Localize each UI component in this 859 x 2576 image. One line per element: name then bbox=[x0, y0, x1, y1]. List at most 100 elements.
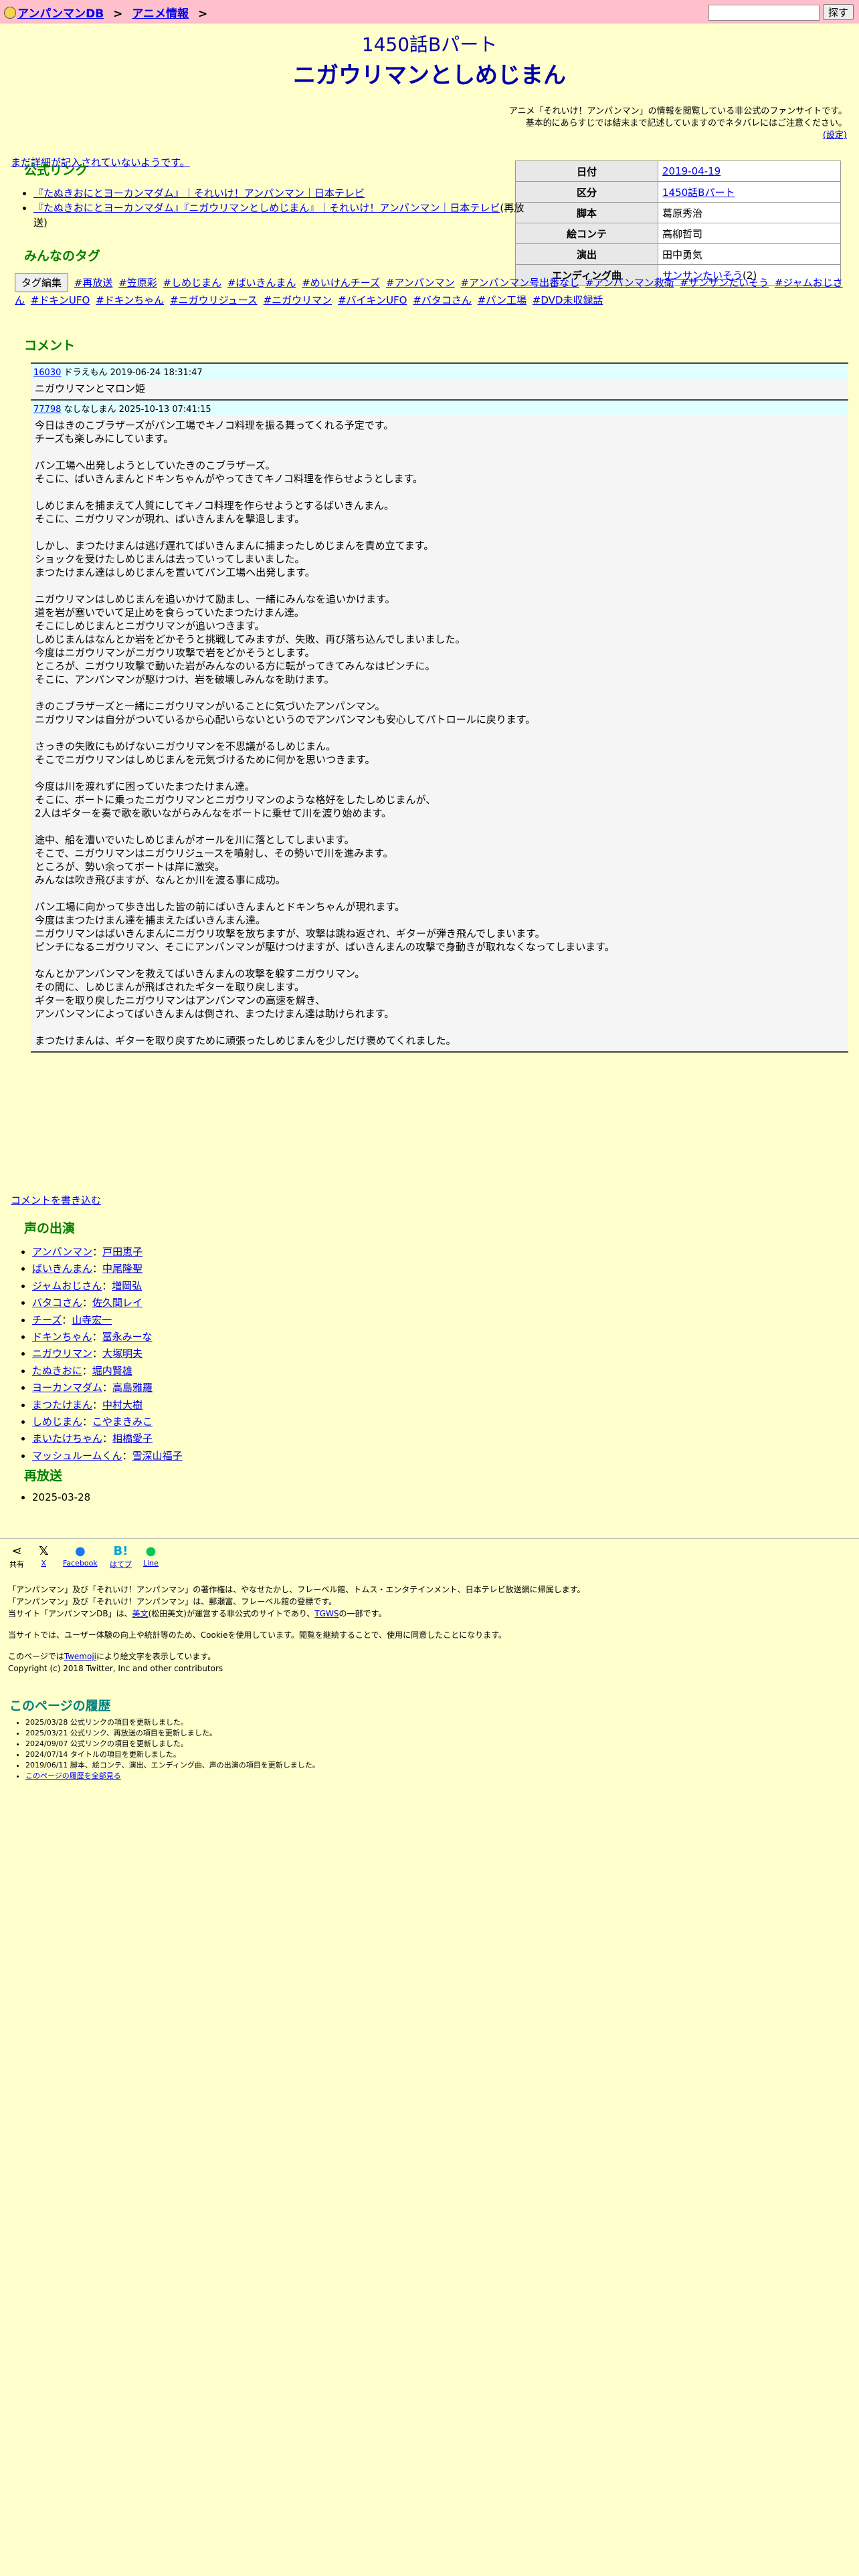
tag-link[interactable]: #ニガウリジュース bbox=[170, 294, 258, 306]
tag-link[interactable]: #アンパンマン bbox=[386, 277, 455, 289]
share-x-label[interactable]: X bbox=[41, 1559, 46, 1568]
comment-meta: 77798 なしなしまん 2025-10-13 07:41:15 bbox=[31, 399, 848, 416]
actor-link[interactable]: 堀内賢雄 bbox=[92, 1365, 132, 1377]
twemoji-copyright: Copyright (c) 2018 Twitter, Inc and othe… bbox=[8, 1664, 223, 1673]
info-value-link[interactable]: 1450話Bパート bbox=[662, 187, 735, 199]
character-link[interactable]: しめじまん bbox=[32, 1416, 82, 1428]
search-input[interactable] bbox=[708, 5, 820, 21]
character-link[interactable]: チーズ bbox=[32, 1314, 62, 1326]
actor-link[interactable]: 佐久間レイ bbox=[92, 1297, 142, 1309]
breadcrumb-anime-info-link[interactable]: アニメ情報 bbox=[132, 7, 189, 21]
tag-link[interactable]: #ばいきんまん bbox=[227, 277, 296, 289]
share-line-button[interactable]: ● Line bbox=[143, 1544, 159, 1568]
copyright-notice: 「アンパンマン」及び「それいけ！アンパンマン」の著作権は、やなせたかし、フレーベ… bbox=[8, 1585, 585, 1594]
tag-link[interactable]: #笠原彩 bbox=[118, 277, 157, 289]
history-item: 2019/06/11 脚本、絵コンテ、演出、エンディング曲、声の出演の項目を更新… bbox=[25, 1760, 320, 1771]
actor-link[interactable]: 相橋愛子 bbox=[112, 1432, 153, 1444]
owner-link[interactable]: 美文 bbox=[132, 1609, 149, 1618]
comment-id-link[interactable]: 77798 bbox=[33, 405, 61, 415]
character-link[interactable]: ニガウリマン bbox=[32, 1348, 92, 1360]
character-link[interactable]: たぬきおに bbox=[32, 1365, 82, 1377]
share-facebook-button[interactable]: ● Facebook bbox=[63, 1544, 98, 1568]
actor-link[interactable]: 雪深山福子 bbox=[132, 1450, 183, 1462]
list-item: たぬきおに：堀内賢雄 bbox=[32, 1363, 183, 1380]
tag-link[interactable]: #ドキンUFO bbox=[31, 294, 90, 306]
comment-author-date: なしなしまん 2025-10-13 07:41:15 bbox=[64, 405, 211, 415]
list-item: まいたけちゃん：相橋愛子 bbox=[32, 1430, 183, 1447]
actor-link[interactable]: 高島雅羅 bbox=[112, 1382, 153, 1394]
list-item: バタコさん：佐久間レイ bbox=[32, 1295, 183, 1311]
page-title-block: 1450話Bパート ニガウリマンとしめじまん bbox=[0, 30, 859, 90]
actor-link[interactable]: こやまきみこ bbox=[92, 1416, 153, 1428]
character-link[interactable]: まつたけまん bbox=[32, 1399, 92, 1411]
character-link[interactable]: ジャムおじさん bbox=[32, 1280, 102, 1292]
comments-list: 16030 ドラえもん 2019-06-24 18:31:47 ニガウリマンとマ… bbox=[31, 362, 848, 1053]
tgws-link[interactable]: TGWS bbox=[314, 1609, 339, 1618]
comment-id-link[interactable]: 16030 bbox=[33, 368, 61, 378]
tag-link[interactable]: #サンサンたいそう bbox=[680, 277, 769, 289]
actor-link[interactable]: 増岡弘 bbox=[112, 1280, 142, 1292]
voice-cast-heading: 声の出演 bbox=[24, 1221, 76, 1236]
actor-link[interactable]: 戸田恵子 bbox=[102, 1246, 142, 1258]
comments-heading: コメント bbox=[24, 338, 76, 353]
history-item: 2025/03/28 公式リンクの項目を更新しました。 bbox=[25, 1717, 320, 1728]
info-label: 脚本 bbox=[515, 202, 658, 223]
tag-link[interactable]: #パン工場 bbox=[478, 294, 527, 306]
share-hatena-button[interactable]: B! はてブ bbox=[110, 1544, 132, 1570]
character-link[interactable]: まいたけちゃん bbox=[32, 1432, 102, 1444]
actor-link[interactable]: 中尾隆聖 bbox=[102, 1263, 142, 1275]
list-item: ドキンちゃん：冨永みーな bbox=[32, 1329, 183, 1346]
tag-link[interactable]: #アンパンマン号出番なし bbox=[460, 277, 579, 289]
site-notice: アニメ「それいけ！アンパンマン」の情報を閲覧している非公式のファンサイトです。 … bbox=[0, 106, 847, 142]
tag-link[interactable]: #めいけんチーズ bbox=[302, 277, 380, 289]
actor-link[interactable]: 大塚明夫 bbox=[102, 1348, 142, 1360]
rebroadcast-heading: 再放送 bbox=[24, 1469, 63, 1483]
official-link[interactable]: 『たぬきおにとヨーカンマダム』『ニガウリマンとしめじまん』｜それいけ！アンパンマ… bbox=[33, 202, 500, 214]
actor-link[interactable]: 冨永みーな bbox=[102, 1331, 153, 1343]
tag-link[interactable]: #ニガウリマン bbox=[264, 294, 332, 306]
share-x-button[interactable]: 𝕏 X bbox=[39, 1544, 49, 1568]
tag-edit-button[interactable]: タグ編集 bbox=[15, 273, 69, 292]
search-button[interactable]: 探す bbox=[822, 4, 854, 20]
share-line-label[interactable]: Line bbox=[143, 1559, 159, 1568]
tag-link[interactable]: #アンパンマン救衛 bbox=[585, 277, 674, 289]
character-link[interactable]: ばいきんまん bbox=[32, 1263, 92, 1275]
actor-link[interactable]: 中村大樹 bbox=[102, 1399, 142, 1411]
site-owner-text: の一部です。 bbox=[339, 1609, 387, 1618]
rebroadcast-list: 2025-03-28 bbox=[17, 1491, 90, 1503]
emoji-text: このページでは bbox=[8, 1652, 64, 1661]
tag-link[interactable]: #バイキンUFO bbox=[338, 294, 407, 306]
tag-link[interactable]: #しめじまん bbox=[163, 277, 222, 289]
tag-link[interactable]: #再放送 bbox=[74, 277, 113, 289]
history-all-link[interactable]: このページの履歴を全部見る bbox=[25, 1772, 121, 1780]
twemoji-link[interactable]: Twemoji bbox=[64, 1652, 96, 1661]
write-comment-link[interactable]: コメントを書き込む bbox=[11, 1194, 101, 1206]
share-hatena-label[interactable]: はてブ bbox=[110, 1560, 132, 1569]
tag-link[interactable]: #バタコさん bbox=[413, 294, 472, 306]
info-value-link[interactable]: 2019-04-19 bbox=[662, 165, 721, 177]
character-link[interactable]: アンパンマン bbox=[32, 1246, 92, 1258]
share-button[interactable]: ⋖ 共有 bbox=[9, 1544, 24, 1570]
settings-link[interactable]: (設定) bbox=[823, 130, 847, 140]
share-facebook-label[interactable]: Facebook bbox=[63, 1559, 98, 1568]
character-link[interactable]: マッシュルームくん bbox=[32, 1450, 122, 1462]
tag-link[interactable]: #ドキンちゃん bbox=[96, 294, 164, 306]
info-row-storyboard: 絵コンテ 高柳哲司 bbox=[515, 223, 841, 244]
tag-link[interactable]: #DVD未収録話 bbox=[533, 294, 603, 306]
hatena-icon: B! bbox=[113, 1544, 128, 1558]
character-link[interactable]: バタコさん bbox=[32, 1297, 82, 1309]
share-icon: ⋖ bbox=[11, 1544, 22, 1558]
comment: 77798 なしなしまん 2025-10-13 07:41:15 今日はきのこブ… bbox=[31, 399, 848, 1051]
breadcrumb-separator: > bbox=[197, 7, 208, 21]
character-link[interactable]: ヨーカンマダム bbox=[32, 1382, 102, 1394]
actor-link[interactable]: 山寺宏一 bbox=[72, 1314, 112, 1326]
official-link[interactable]: 『たぬきおにとヨーカンマダム』｜それいけ！アンパンマン｜日本テレビ bbox=[33, 187, 365, 199]
official-links-heading: 公式リンク bbox=[24, 163, 88, 178]
breadcrumb-home-link[interactable]: アンパンマンDB bbox=[17, 7, 104, 21]
tag-list: タグ編集 #再放送 #笠原彩 #しめじまん #ばいきんまん #めいけんチーズ #… bbox=[15, 273, 844, 308]
comment-author-date: ドラえもん 2019-06-24 18:31:47 bbox=[64, 368, 203, 378]
list-item: ニガウリマン：大塚明夫 bbox=[32, 1346, 183, 1362]
character-link[interactable]: ドキンちゃん bbox=[32, 1331, 92, 1343]
voice-cast-list: アンパンマン：戸田恵子 ばいきんまん：中尾隆聖 ジャムおじさん：増岡弘 バタコさ… bbox=[17, 1244, 183, 1465]
site-logo-icon bbox=[4, 7, 16, 19]
